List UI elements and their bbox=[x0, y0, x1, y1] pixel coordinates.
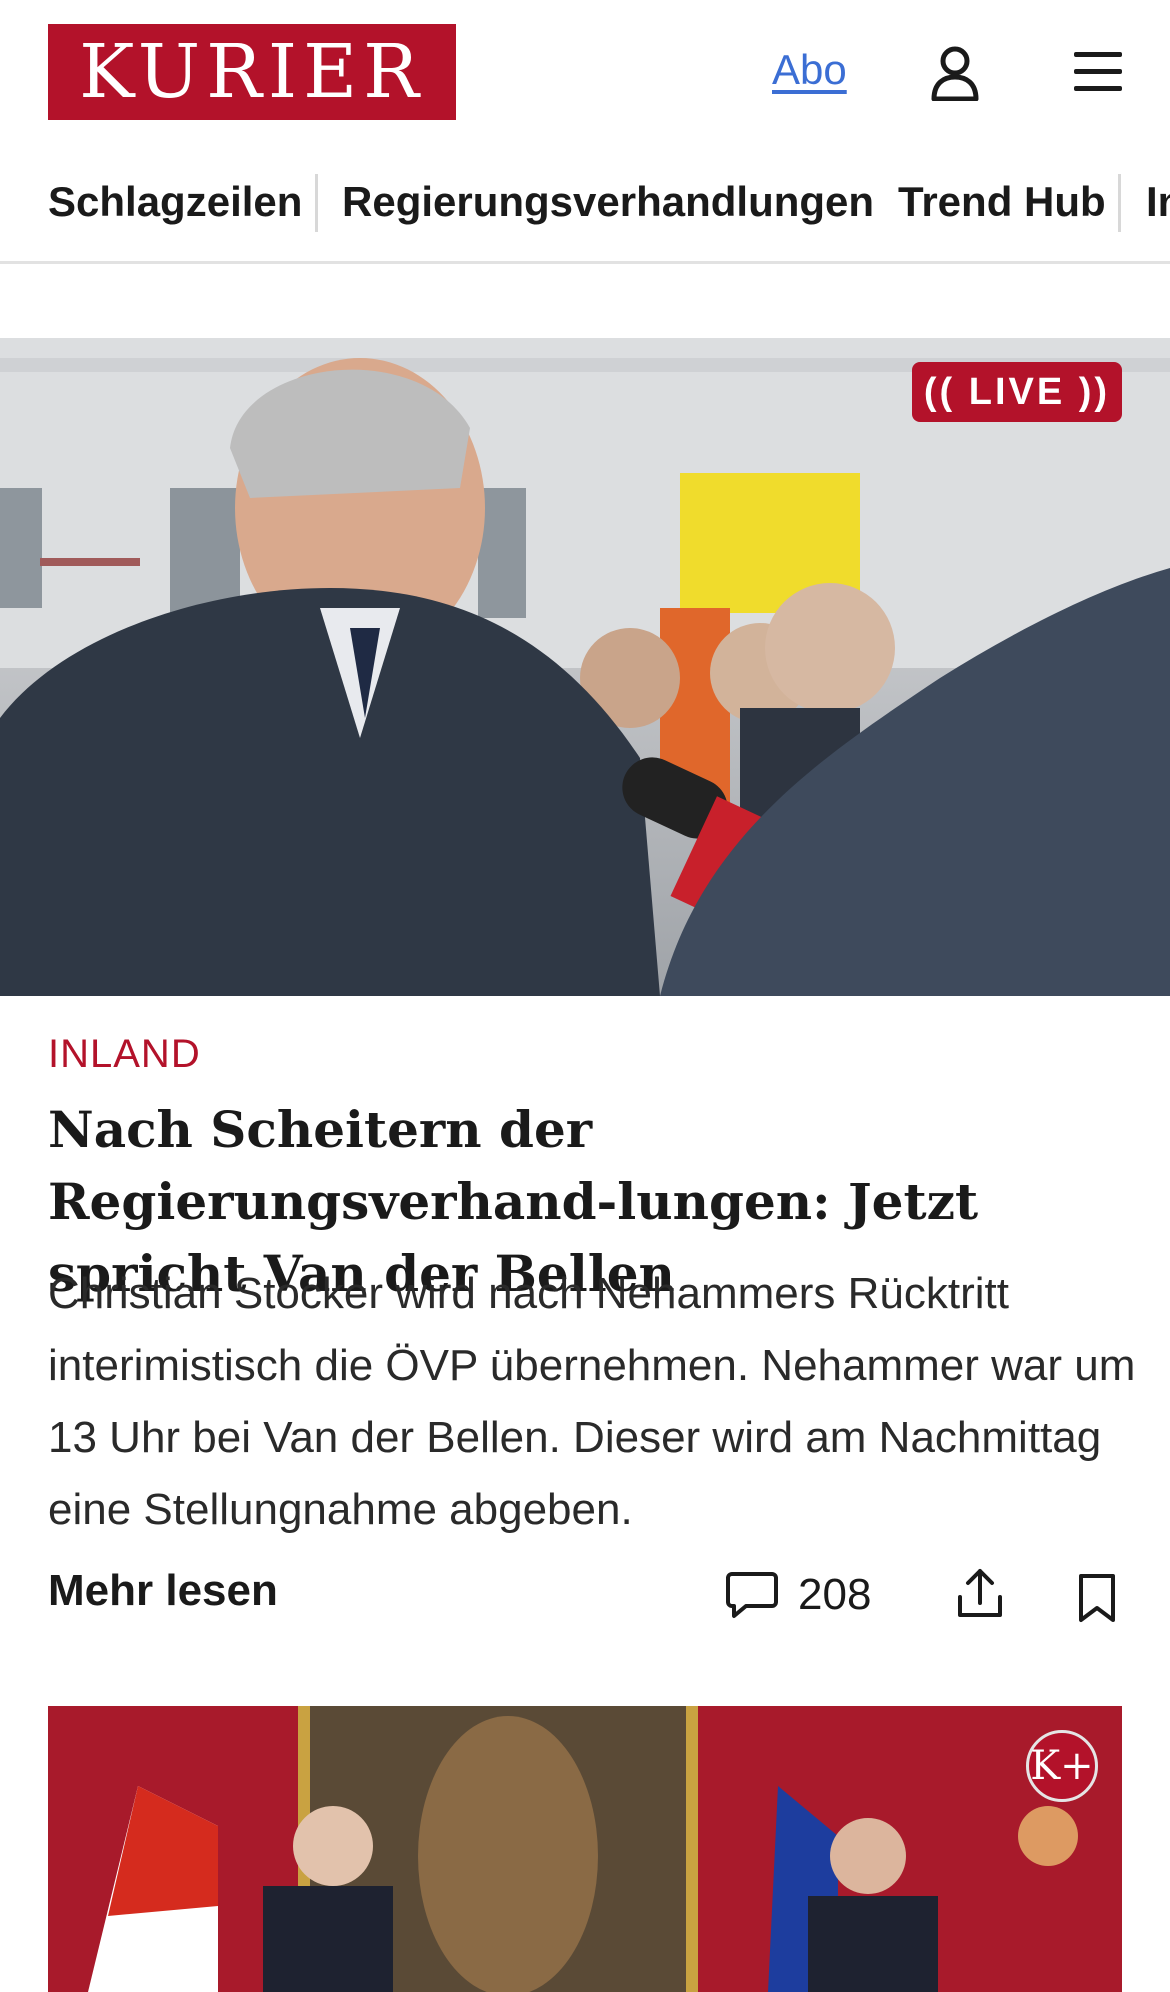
nav-item-schlagzeilen[interactable]: Schlagzeilen bbox=[48, 178, 302, 226]
hero-photo bbox=[0, 338, 1170, 996]
kurier-logo[interactable]: KURIER bbox=[48, 24, 456, 120]
abo-link[interactable]: Abo bbox=[772, 46, 847, 94]
nav-divider bbox=[1118, 174, 1121, 232]
section-nav: Schlagzeilen Regierungsverhandlungen Tre… bbox=[0, 168, 1170, 264]
comment-count: 208 bbox=[798, 1570, 872, 1619]
kplus-premium-badge: K+ bbox=[1026, 1730, 1098, 1802]
hamburger-menu-icon[interactable] bbox=[1066, 42, 1130, 102]
nav-item-regierungsverhandlungen[interactable]: Regierungsverhandlungen bbox=[342, 178, 874, 226]
logo-text: KURIER bbox=[79, 29, 425, 115]
site-header: KURIER Abo bbox=[0, 0, 1170, 140]
live-badge: (( LIVE )) bbox=[912, 362, 1122, 422]
nav-item-truncated[interactable]: In bbox=[1146, 178, 1170, 226]
hero-image[interactable] bbox=[0, 338, 1170, 996]
bookmark-icon[interactable] bbox=[1072, 1570, 1122, 1626]
user-icon[interactable] bbox=[922, 40, 988, 106]
comments-button[interactable]: 208 bbox=[726, 1570, 871, 1620]
read-more-link[interactable]: Mehr lesen bbox=[48, 1566, 278, 1616]
comment-icon bbox=[726, 1572, 778, 1618]
nav-divider bbox=[315, 174, 318, 232]
card-photo bbox=[48, 1706, 1122, 1992]
share-icon[interactable] bbox=[952, 1564, 1008, 1624]
article-card-image[interactable] bbox=[48, 1706, 1122, 1992]
nav-item-trend-hub[interactable]: Trend Hub bbox=[898, 178, 1106, 226]
article-teaser: Christian Stocker wird nach Nehammers Rü… bbox=[48, 1269, 1136, 1534]
article-kicker[interactable]: INLAND bbox=[48, 1032, 201, 1077]
